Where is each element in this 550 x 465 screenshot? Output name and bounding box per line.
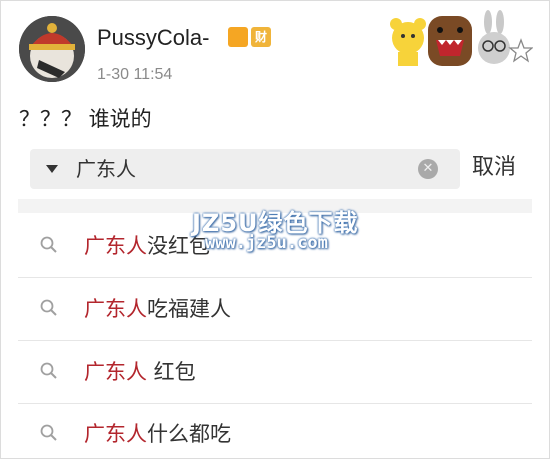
suggestion-item[interactable]: 广东人什么都吃 (18, 403, 532, 465)
clear-circle-icon[interactable]: ✕ (418, 159, 438, 179)
gray-rabbit-sticker-icon (478, 10, 510, 64)
search-query-text[interactable]: 广东人 (76, 156, 136, 182)
suggestion-text: 广东人什么都吃 (84, 420, 231, 448)
wealth-badge-icon: 财 (251, 27, 271, 47)
suggestion-highlight: 广东人 (84, 234, 147, 258)
star-icon (508, 38, 533, 63)
magnifier-icon (40, 236, 57, 253)
suggestion-highlight: 广东人 (84, 422, 147, 446)
member-badge-icon (228, 27, 248, 47)
suggestion-highlight: 广东人 (84, 360, 147, 384)
suggestion-item[interactable]: 广东人 红包 (18, 341, 532, 404)
yellow-bear-sticker-icon (390, 18, 426, 66)
username[interactable]: PussyCola- (97, 25, 209, 51)
avatar[interactable] (19, 16, 85, 82)
domo-sticker-icon (428, 16, 472, 66)
magnifier-icon (40, 424, 57, 441)
magnifier-icon (40, 362, 57, 379)
triangle-down-icon[interactable] (46, 165, 58, 173)
suggestion-item[interactable]: 广东人吃福建人 (18, 278, 532, 341)
cancel-button[interactable]: 取消 (472, 153, 516, 183)
suggestion-highlight: 广东人 (84, 297, 147, 321)
suggestion-text: 广东人 红包 (84, 358, 196, 386)
card-decoration-stickers (390, 10, 533, 66)
search-input[interactable]: 广东人 ✕ (30, 149, 460, 189)
suggestion-rest: 什么都吃 (147, 422, 231, 446)
suggestion-rest: 吃福建人 (147, 297, 231, 321)
user-badges: 财 (228, 27, 271, 47)
post-text: ？？？ 谁说的 (19, 107, 152, 131)
suggestion-text: 广东人吃福建人 (84, 295, 231, 323)
suggestion-rest: 红包 (147, 360, 196, 384)
post-timestamp: 1-30 11:54 (97, 66, 173, 83)
magnifier-icon (40, 299, 57, 316)
watermark-url: www.jz5u.com (205, 233, 328, 253)
